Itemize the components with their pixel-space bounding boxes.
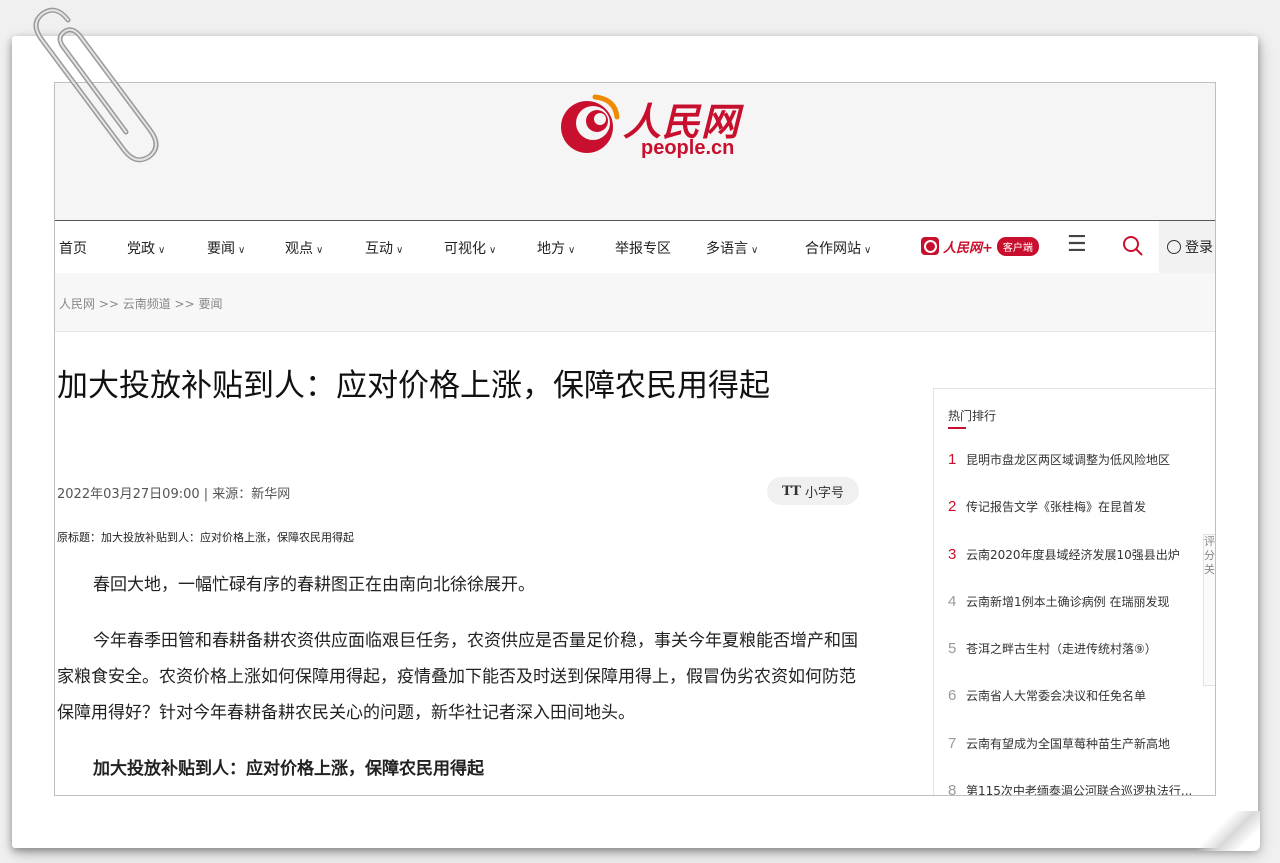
app-pill: 客户端: [996, 236, 1039, 256]
nav-home[interactable]: 首页: [59, 238, 87, 258]
nav-label: 合作网站: [805, 241, 861, 257]
people-app-icon: [921, 237, 939, 255]
article-title: 加大投放补贴到人：应对价格上涨，保障农民用得起: [57, 368, 770, 404]
logo-swirl-icon: [561, 94, 620, 153]
site-logo[interactable]: 人民网 people.cn: [555, 89, 765, 159]
rank-number: 6: [948, 687, 957, 704]
ranking-item[interactable]: 1 昆明市盘龙区两区域调整为低风险地区: [948, 451, 1215, 468]
login-button[interactable]: 登录: [1159, 221, 1215, 273]
nav-news[interactable]: 要闻 ∨: [207, 238, 245, 258]
page-curl: [1190, 811, 1260, 851]
rank-number: 8: [948, 782, 957, 796]
rank-text: 云南2020年度县域经济发展10强县出炉: [966, 548, 1180, 562]
rank-number: 7: [948, 735, 957, 752]
ranking-item[interactable]: 3 云南2020年度县域经济发展10强县出炉: [948, 546, 1215, 563]
rank-text: 昆明市盘龙区两区域调整为低风险地区: [966, 453, 1171, 467]
rank-text: 云南新增1例本土确诊病例 在瑞丽发现: [966, 595, 1170, 609]
caret-down-icon: ∨: [238, 245, 246, 256]
caret-down-icon: ∨: [489, 245, 497, 256]
nav-interact[interactable]: 互动 ∨: [365, 238, 403, 258]
rank-text: 苍洱之畔古生村（走进传统村落⑨）: [966, 642, 1157, 656]
browser-screenshot: 人民网 people.cn 首页 党政 ∨ 要闻 ∨ 观点 ∨ 互动 ∨ 可视化 ∨ 地方…: [54, 82, 1216, 796]
nav-label: 首页: [59, 241, 87, 257]
ranking-item[interactable]: 4 云南新增1例本土确诊病例 在瑞丽发现: [948, 593, 1215, 610]
caret-down-icon: ∨: [751, 245, 759, 256]
caret-down-icon: ∨: [568, 245, 576, 256]
nav-opinion[interactable]: 观点 ∨: [285, 238, 323, 258]
article-paragraph: 今年春季田管和春耕备耕农资供应面临艰巨任务，农资供应是否量足价稳，事关今年夏粮能…: [57, 631, 858, 723]
rank-text: 云南省人大常委会决议和任免名单: [966, 689, 1147, 703]
floating-toolbar[interactable]: 评分关: [1203, 534, 1215, 686]
rank-number: 4: [948, 593, 957, 610]
nav-label: 观点: [285, 241, 313, 257]
nav-label: 党政: [127, 241, 155, 257]
breadcrumb[interactable]: 人民网 >> 云南频道 >> 要闻: [59, 295, 222, 312]
article-subheading: 加大投放补贴到人：应对价格上涨，保障农民用得起: [93, 759, 484, 779]
nav-visual[interactable]: 可视化 ∨: [444, 238, 496, 258]
rank-text: 云南有望成为全国草莓种苗生产新高地: [966, 737, 1171, 751]
nav-report[interactable]: 举报专区: [615, 238, 671, 258]
ranking-item[interactable]: 6 云南省人大常委会决议和任免名单: [948, 687, 1215, 704]
main-nav: 首页 党政 ∨ 要闻 ∨ 观点 ∨ 互动 ∨ 可视化 ∨ 地方 ∨ 举报专区 多语言 ∨ 合作…: [55, 221, 1215, 273]
ranking-item[interactable]: 7 云南有望成为全国草莓种苗生产新高地: [948, 735, 1215, 752]
ranking-item[interactable]: 5 苍洱之畔古生村（走进传统村落⑨）: [948, 640, 1215, 657]
nav-languages[interactable]: 多语言 ∨: [706, 238, 758, 258]
ranking-item[interactable]: 8 第115次中老缅泰湄公河联合巡逻执法行...: [948, 782, 1215, 796]
nav-label: 可视化: [444, 241, 486, 257]
font-size-label: 小字号: [804, 485, 844, 501]
nav-label: 举报专区: [615, 241, 671, 257]
hot-ranking-panel: 热门排行 1 昆明市盘龙区两区域调整为低风险地区 2 传记报告文学《张桂梅》在昆首发…: [933, 388, 1215, 796]
rank-number: 3: [948, 546, 957, 563]
app-download-link[interactable]: 人民网+ 客户端: [921, 235, 1039, 257]
nav-label: 地方: [537, 241, 565, 257]
login-label: 登录: [1185, 240, 1213, 256]
search-icon[interactable]: [1121, 234, 1145, 258]
app-name: 人民网+: [943, 240, 993, 256]
font-size-icon: TT: [782, 483, 801, 499]
logo-en-text: people.cn: [641, 137, 735, 159]
nav-local[interactable]: 地方 ∨: [537, 238, 575, 258]
caret-down-icon: ∨: [158, 245, 166, 256]
nav-label: 互动: [365, 241, 393, 257]
menu-icon[interactable]: ☰: [1067, 234, 1087, 256]
caret-down-icon: ∨: [316, 245, 324, 256]
nav-partners[interactable]: 合作网站 ∨: [805, 238, 871, 258]
header: 人民网 people.cn: [55, 83, 1215, 220]
user-icon: [1167, 240, 1181, 254]
article-paragraph: 春回大地，一幅忙碌有序的春耕图正在由南向北徐徐展开。: [93, 575, 535, 595]
rank-text: 传记报告文学《张桂梅》在昆首发: [966, 500, 1147, 514]
nav-label: 要闻: [207, 241, 235, 257]
paperclip-icon: [33, 7, 159, 163]
nav-label: 多语言: [706, 241, 748, 257]
rank-number: 5: [948, 640, 957, 657]
title-underline: [948, 427, 966, 429]
font-size-button[interactable]: TT 小字号: [767, 477, 859, 505]
original-title: 原标题：加大投放补贴到人：应对价格上涨，保障农民用得起: [57, 531, 354, 544]
ranking-item[interactable]: 2 传记报告文学《张桂梅》在昆首发: [948, 498, 1215, 515]
caret-down-icon: ∨: [396, 245, 404, 256]
article-meta: 2022年03月27日09:00 | 来源：新华网: [57, 487, 291, 502]
breadcrumb-bar: 人民网 >> 云南频道 >> 要闻: [55, 273, 1215, 332]
panel-title: 热门排行: [948, 409, 997, 423]
rank-number: 2: [948, 498, 957, 515]
rank-text: 第115次中老缅泰湄公河联合巡逻执法行...: [966, 784, 1193, 796]
nav-party[interactable]: 党政 ∨: [127, 238, 165, 258]
caret-down-icon: ∨: [864, 245, 872, 256]
rank-number: 1: [948, 451, 957, 468]
